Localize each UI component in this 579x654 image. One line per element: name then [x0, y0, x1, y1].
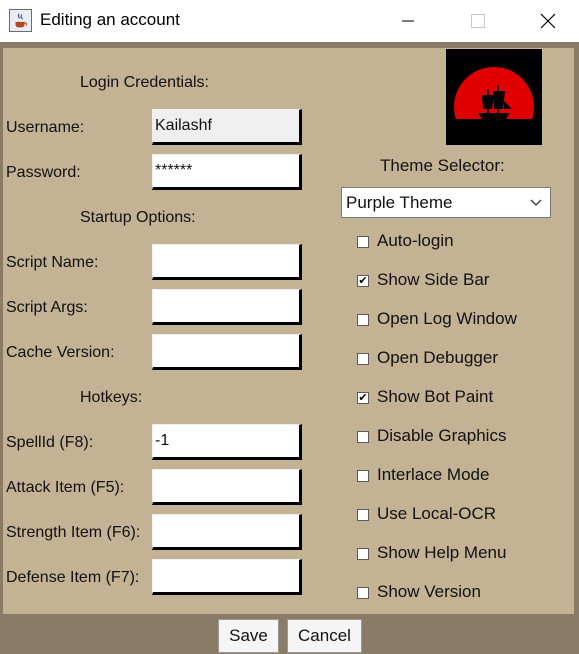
script-name-label: Script Name: — [6, 254, 99, 271]
option-checkbox[interactable] — [357, 236, 369, 248]
strength-item-field[interactable] — [152, 514, 302, 550]
spellid-field[interactable] — [152, 424, 302, 460]
java-app-icon — [9, 9, 32, 32]
password-field[interactable] — [152, 154, 302, 190]
maximize-button[interactable] — [455, 0, 501, 42]
startup-options-heading: Startup Options: — [80, 209, 196, 226]
option-checkbox[interactable] — [357, 470, 369, 482]
option-label: Auto-login — [377, 231, 454, 250]
login-credentials-heading: Login Credentials: — [80, 74, 209, 91]
attack-item-field[interactable] — [152, 469, 302, 505]
option-checkbox[interactable] — [357, 509, 369, 521]
cache-version-field[interactable] — [152, 334, 302, 370]
option-checkbox[interactable] — [357, 431, 369, 443]
cache-version-label: Cache Version: — [6, 344, 115, 361]
attack-item-label: Attack Item (F5): — [6, 479, 125, 496]
password-label: Password: — [6, 164, 81, 181]
option-label: Show Help Menu — [377, 543, 507, 562]
option-label: Use Local-OCR — [377, 504, 497, 523]
window-title: Editing an account — [40, 10, 180, 29]
chevron-down-icon — [530, 199, 542, 206]
option-label: Show Bot Paint — [377, 387, 494, 406]
title-bar: Editing an account — [0, 0, 579, 42]
defense-item-label: Defense Item (F7): — [6, 569, 140, 586]
minimize-button[interactable] — [385, 0, 431, 42]
theme-selector-label: Theme Selector: — [380, 156, 505, 175]
option-label: Interlace Mode — [377, 465, 490, 484]
maximize-icon — [471, 14, 485, 28]
option-checkbox[interactable] — [357, 587, 369, 599]
option-label: Disable Graphics — [377, 426, 507, 445]
close-button[interactable] — [525, 0, 571, 42]
option-label: Show Version — [377, 582, 481, 601]
option-checkbox[interactable]: ✔ — [357, 392, 369, 404]
username-label: Username: — [6, 119, 85, 136]
script-args-label: Script Args: — [6, 299, 88, 316]
ship-sunset-logo — [446, 49, 542, 145]
username-field[interactable] — [152, 109, 302, 145]
option-checkbox[interactable]: ✔ — [357, 275, 369, 287]
hotkeys-heading: Hotkeys: — [80, 389, 143, 406]
frame-border — [574, 42, 579, 654]
option-checkbox[interactable] — [357, 314, 369, 326]
close-icon — [540, 13, 556, 29]
option-checkbox[interactable] — [357, 353, 369, 365]
minimize-icon — [402, 20, 414, 22]
theme-select-value: Purple Theme — [346, 193, 453, 212]
theme-select[interactable]: Purple Theme — [341, 187, 551, 218]
option-checkbox[interactable] — [357, 548, 369, 560]
spellid-label: SpellId (F8): — [6, 434, 94, 451]
script-args-field[interactable] — [152, 289, 302, 325]
save-button[interactable]: Save — [218, 619, 279, 653]
defense-item-field[interactable] — [152, 559, 302, 595]
option-label: Open Debugger — [377, 348, 498, 367]
script-name-field[interactable] — [152, 244, 302, 280]
option-label: Open Log Window — [377, 309, 517, 328]
cancel-button[interactable]: Cancel — [287, 619, 362, 653]
option-label: Show Side Bar — [377, 270, 490, 289]
strength-item-label: Strength Item (F6): — [6, 524, 141, 541]
